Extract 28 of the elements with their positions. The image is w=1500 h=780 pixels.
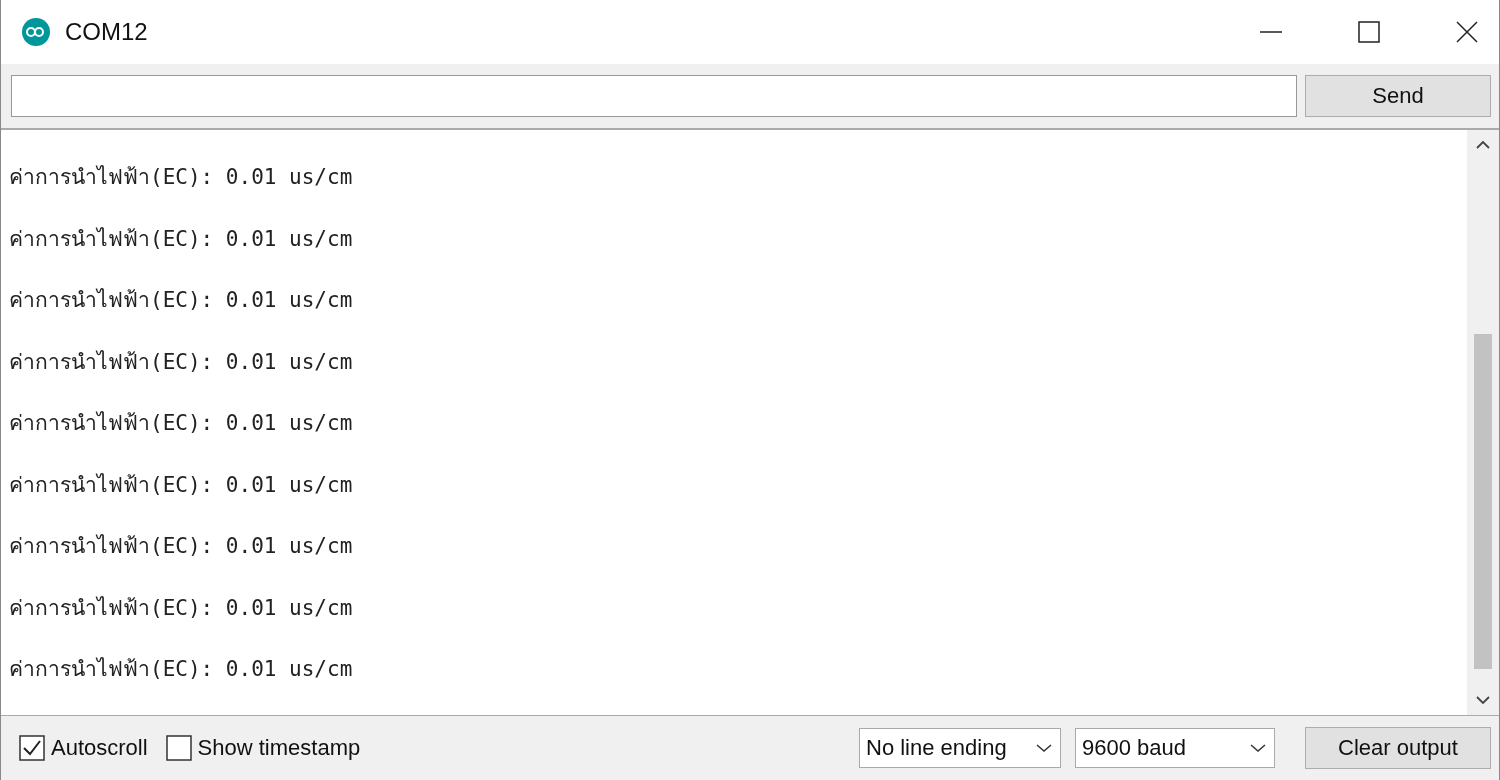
scroll-up-icon[interactable] (1476, 140, 1490, 150)
chevron-down-icon (1036, 743, 1052, 753)
output-line: ค่าการนำไฟฟ้า(EC): 0.01 us/cm (9, 471, 354, 499)
dropdown[interactable]: No line ending (859, 728, 1061, 768)
scrollbar[interactable] (1467, 130, 1499, 715)
dropdown[interactable]: 9600 baud (1075, 728, 1275, 768)
message-input-field[interactable] (11, 75, 1297, 117)
send-button[interactable]: Send (1305, 75, 1491, 117)
maximize-icon[interactable] (1357, 20, 1381, 44)
scrollbar-thumb[interactable] (1474, 334, 1492, 669)
output-line: ค่าการนำไฟฟ้า(EC): 0.01 us/cm (9, 656, 354, 683)
output-line: ค่าการนำไฟฟ้า(EC): 0.01 us/cm (9, 164, 354, 191)
close-icon[interactable] (1455, 20, 1479, 44)
checkbox-label: Show timestamp (197, 735, 361, 761)
window-title: COM12 (65, 18, 148, 46)
output-line: ค่าการนำไฟฟ้า(EC): 0.01 us/cm (9, 348, 354, 376)
scroll-down-icon[interactable] (1476, 695, 1490, 705)
output-line: ค่าการนำไฟฟ้า(EC): 0.01 us/cm (9, 225, 354, 253)
clear-output-button[interactable]: Clear output (1305, 727, 1491, 769)
chevron-down-icon (1250, 743, 1266, 753)
checkbox[interactable] (165, 735, 192, 761)
checkbox-label: Autoscroll (51, 735, 148, 761)
output-line: ค่าการนำไฟฟ้า(EC): 0.01 us/cm (9, 594, 354, 622)
checkbox[interactable] (19, 735, 45, 761)
output-line: ค่าการนำไฟฟ้า(EC): 0.01 us/cm (9, 533, 354, 560)
output-line: ค่าการนำไฟฟ้า(EC): 0.01 us/cm (9, 287, 354, 314)
output-line: ค่าการนำไฟฟ้า(EC): 0.01 us/cm (9, 410, 354, 437)
app-logo-icon (21, 17, 51, 47)
